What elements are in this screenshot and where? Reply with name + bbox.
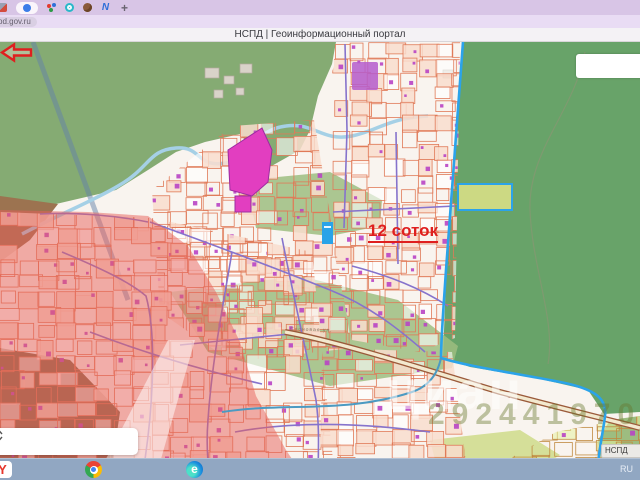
bear-favicon[interactable] (83, 3, 92, 12)
left-arrow-icon (0, 42, 33, 63)
new-tab-button[interactable]: + (121, 2, 128, 14)
parcel-mark (324, 226, 331, 228)
address-bar[interactable]: pd.gov.ru (0, 15, 640, 28)
clipped-favicon[interactable] (0, 3, 7, 12)
taskbar: Y e RU (0, 458, 640, 480)
area-annotation: 12 соток (368, 221, 439, 243)
language-indicator[interactable]: RU (620, 464, 633, 474)
active-tab-favicon (23, 3, 31, 12)
parcel-select[interactable] (0, 428, 138, 455)
navigator-favicon[interactable]: N (101, 3, 110, 13)
cadastral-map[interactable] (0, 42, 640, 458)
gray-building (239, 63, 253, 74)
green-parcel (457, 183, 513, 211)
gray-building (213, 89, 224, 99)
violet-zone (352, 62, 378, 90)
extensions-cluster-favicon[interactable] (47, 3, 56, 12)
screen: N + pd.gov.ru НСПД | Геоинформационный п… (0, 0, 640, 480)
active-tab[interactable] (16, 1, 38, 14)
map-tooltip: НСПД (601, 444, 640, 458)
map-search-panel[interactable] (576, 54, 640, 78)
tab-strip: N + (0, 0, 640, 15)
highlighted-parcel[interactable] (322, 222, 333, 244)
chrome-icon[interactable] (85, 461, 102, 478)
gray-building (204, 67, 220, 79)
forest-right (443, 42, 640, 414)
gray-building (235, 87, 245, 96)
edge-icon[interactable]: e (186, 461, 203, 478)
address-url[interactable]: pd.gov.ru (0, 17, 37, 27)
magenta-block (234, 195, 252, 213)
yandex-browser-icon[interactable]: Y (0, 461, 12, 478)
drop-favicon[interactable] (65, 3, 74, 12)
map-viewport[interactable]: циан 2924419707 Сосновая ул. 12 соток НС… (0, 42, 640, 458)
gray-building (223, 75, 235, 85)
spinner-icon[interactable] (0, 428, 4, 443)
page-title: НСПД | Геоинформационный портал (0, 28, 640, 42)
